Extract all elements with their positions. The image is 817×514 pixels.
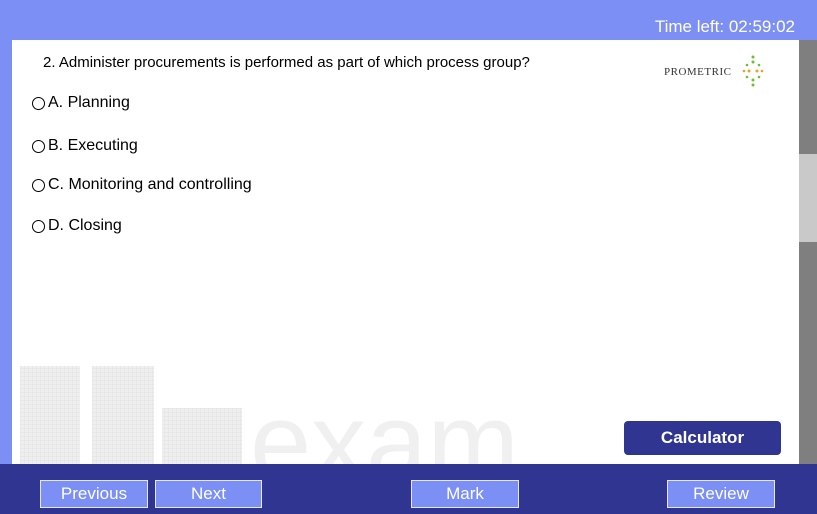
radio-a[interactable]: [32, 96, 45, 110]
scrollbar-track[interactable]: [799, 40, 817, 464]
option-b-label: B. Executing: [48, 137, 138, 154]
option-c[interactable]: C. Monitoring and controlling: [32, 176, 252, 194]
option-d[interactable]: D. Closing: [32, 217, 122, 235]
option-b[interactable]: B. Executing: [32, 137, 138, 155]
prometric-logo: PROMETRIC: [664, 54, 776, 88]
scrollbar-thumb[interactable]: [799, 154, 817, 242]
option-c-label: C. Monitoring and controlling: [48, 176, 252, 193]
option-a[interactable]: A. Planning: [32, 94, 130, 112]
watermark-text: exam: [250, 381, 519, 464]
question-text: 2. Administer procurements is performed …: [43, 54, 530, 71]
radio-b[interactable]: [32, 139, 45, 153]
logo-text: PROMETRIC: [664, 66, 732, 78]
radio-d[interactable]: [32, 219, 45, 233]
previous-button[interactable]: Previous: [40, 480, 148, 508]
time-left-label: Time left: 02:59:02: [654, 17, 795, 36]
header-bar: Time left: 02:59:02: [0, 0, 817, 40]
star-icon: [742, 55, 764, 87]
calculator-button[interactable]: Calculator: [624, 421, 781, 455]
radio-c[interactable]: [32, 178, 45, 192]
next-button[interactable]: Next: [155, 480, 262, 508]
option-d-label: D. Closing: [48, 217, 122, 234]
left-border-strip: [0, 40, 12, 464]
review-button[interactable]: Review: [667, 480, 775, 508]
mark-button[interactable]: Mark: [411, 480, 519, 508]
option-a-label: A. Planning: [48, 94, 130, 111]
